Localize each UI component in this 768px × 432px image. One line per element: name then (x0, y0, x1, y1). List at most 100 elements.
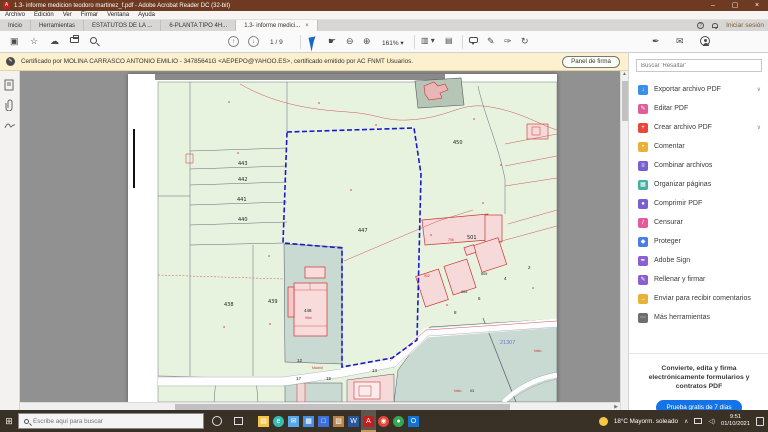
fountain-pen-icon[interactable]: ✒ (652, 36, 660, 47)
tray-expand-icon[interactable]: ∧ (684, 418, 688, 425)
weather-text[interactable]: 18°C Mayorm. soleado (614, 418, 678, 425)
chevron-down-icon[interactable]: ∨ (757, 86, 761, 93)
tool-item-organizar-p-ginas[interactable]: ▦Organizar páginas (629, 175, 768, 194)
map-label-98m: 98m (305, 316, 312, 320)
tool-item-proteger[interactable]: ◆Proteger (629, 232, 768, 251)
refresh-icon[interactable]: ↻ (521, 36, 529, 47)
page-thumbnails-icon[interactable] (4, 79, 16, 91)
taskbar-app-word[interactable]: W (346, 410, 361, 432)
hand-tool-icon[interactable]: ☛ (328, 36, 336, 47)
cortana-icon[interactable] (212, 416, 222, 426)
menu-ver[interactable]: Ver (63, 12, 72, 18)
menu-archivo[interactable]: Archivo (5, 12, 25, 18)
horizontal-scrollbar[interactable]: ▶ (20, 402, 620, 410)
tab-herramientas[interactable]: Herramientas (31, 20, 84, 31)
tool-item-comprimir-pdf[interactable]: ●Comprimir PDF (629, 194, 768, 213)
help-icon[interactable]: ? (697, 22, 704, 29)
tool-icon: ◆ (638, 237, 648, 247)
taskbar-app-file-explorer[interactable]: ▤ (256, 410, 271, 432)
cultivation-mark: a (237, 151, 239, 155)
taskbar-app-outlook[interactable]: O (406, 410, 421, 432)
maximize-button[interactable]: ▢ (724, 0, 746, 11)
search-icon[interactable] (90, 37, 97, 44)
tool-item-comentar[interactable]: •Comentar (629, 137, 768, 156)
menu-edicion[interactable]: Edición (34, 12, 54, 18)
tool-item-m-s-herramientas[interactable]: ⋯Más herramientas (629, 308, 768, 327)
title-bar: A 1.3- informe medicion teodoro martinez… (0, 0, 768, 11)
desktop: A 1.3- informe medicion teodoro martinez… (0, 0, 768, 432)
tool-icon: ✒ (638, 256, 648, 266)
close-button[interactable]: × (746, 0, 768, 11)
zoom-level-dropdown[interactable]: 161% ▾ (382, 39, 404, 47)
page-display-icon[interactable]: ▤ (445, 36, 453, 45)
cloud-upload-icon[interactable]: ☁ (50, 36, 59, 47)
tool-item-rellenar-y-firmar[interactable]: ✎Rellenar y firmar (629, 270, 768, 289)
taskbar-app-app-green[interactable]: ● (391, 410, 406, 432)
task-view-icon[interactable] (234, 417, 243, 425)
pencil-icon[interactable]: ✎ (487, 36, 495, 47)
taskbar-search[interactable] (18, 413, 204, 429)
tool-label: Adobe Sign (654, 257, 690, 264)
tab-informe-medicion[interactable]: 1.3- informe medici... × (236, 20, 318, 31)
clock[interactable]: 9:51 01/10/2021 (721, 414, 750, 428)
chevron-down-icon[interactable]: ∨ (757, 124, 761, 131)
next-page-icon[interactable]: ↓ (248, 36, 259, 47)
comment-icon[interactable] (469, 37, 478, 43)
tool-item-enviar-para-recibir-comentarios[interactable]: →Enviar para recibir comentarios (629, 289, 768, 308)
taskbar-search-input[interactable] (33, 418, 183, 425)
document-area[interactable]: 44344244144043843944745050144898m7969029… (20, 71, 620, 410)
save-icon[interactable]: ▣ (10, 36, 19, 47)
signature-panel-button[interactable]: Panel de firma (562, 56, 620, 68)
menu-bar: Archivo Edición Ver Firmar Ventana Ayuda (0, 11, 768, 20)
tool-item-adobe-sign[interactable]: ✒ Adobe Sign (629, 251, 768, 270)
star-icon[interactable]: ☆ (30, 36, 38, 47)
menu-ayuda[interactable]: Ayuda (138, 12, 155, 18)
taskbar-app-app-tan[interactable]: ▧ (331, 410, 346, 432)
tool-label: Más herramientas (654, 314, 710, 321)
start-button[interactable]: ⊞ (0, 416, 18, 427)
zoom-in-icon[interactable]: ⊕ (363, 36, 371, 47)
taskbar-app-mail[interactable]: ✉ (286, 410, 301, 432)
tab-estatutos[interactable]: ESTATUTOS DE LA ... (84, 20, 161, 31)
tool-item-exportar-archivo-pdf[interactable]: ↓Exportar archivo PDF∨ (629, 80, 768, 99)
previous-page-icon[interactable]: ↑ (228, 36, 239, 47)
page-number-display[interactable]: 1 / 9 (270, 39, 283, 46)
taskbar: ⊞ ▤e✉▦□▧WA◉●O 18°C Mayorm. soleado ∧ ◁) … (0, 410, 768, 432)
action-center-icon[interactable] (756, 417, 764, 426)
tab-planta[interactable]: 6-PLANTA TIPO 4H... (161, 20, 236, 31)
vertical-scrollbar[interactable]: ▲ (620, 71, 628, 410)
tool-label: Censurar (654, 219, 683, 226)
taskbar-app-photos[interactable]: ▦ (301, 410, 316, 432)
taskbar-app-app-blue[interactable]: □ (316, 410, 331, 432)
fit-width-icon[interactable]: ▥ ▾ (421, 36, 435, 45)
account-icon[interactable] (700, 36, 710, 46)
taskbar-app-acrobat[interactable]: A (361, 410, 376, 432)
volume-icon[interactable]: ◁) (708, 418, 715, 425)
print-icon[interactable] (70, 37, 79, 43)
select-tool-icon[interactable] (309, 36, 319, 51)
zoom-out-icon[interactable]: ⊖ (346, 36, 354, 47)
share-mail-icon[interactable]: ✉ (676, 36, 684, 47)
menu-firmar[interactable]: Firmar (81, 12, 98, 18)
notifications-bell-icon[interactable] (712, 23, 718, 28)
minimize-button[interactable]: – (702, 0, 724, 11)
pdf-page[interactable]: 44344244144043843944745050144898m7969029… (128, 74, 557, 402)
mail-icon: ✉ (288, 416, 299, 427)
tab-close-icon[interactable]: × (305, 23, 309, 29)
tool-icon: ✎ (638, 104, 648, 114)
attachments-paperclip-icon[interactable] (4, 99, 16, 111)
tool-item-censurar[interactable]: /Censurar (629, 213, 768, 232)
sign-stamp-icon[interactable]: ✑ (504, 36, 512, 47)
tools-search-input[interactable] (636, 59, 762, 72)
taskbar-app-edge[interactable]: e (271, 410, 286, 432)
tool-item-combinar-archivos[interactable]: ≡Combinar archivos (629, 156, 768, 175)
cultivation-mark: a (350, 188, 352, 192)
tab-inicio[interactable]: Inicio (0, 20, 31, 31)
taskbar-app-chrome[interactable]: ◉ (376, 410, 391, 432)
tool-item-crear-archivo-pdf[interactable]: +Crear archivo PDF∨ (629, 118, 768, 137)
network-icon[interactable] (694, 418, 702, 424)
tool-item-editar-pdf[interactable]: ✎Editar PDF (629, 99, 768, 118)
sign-in-button[interactable]: Iniciar sesión (726, 22, 764, 29)
menu-ventana[interactable]: Ventana (107, 12, 129, 18)
signatures-icon[interactable] (4, 119, 16, 131)
